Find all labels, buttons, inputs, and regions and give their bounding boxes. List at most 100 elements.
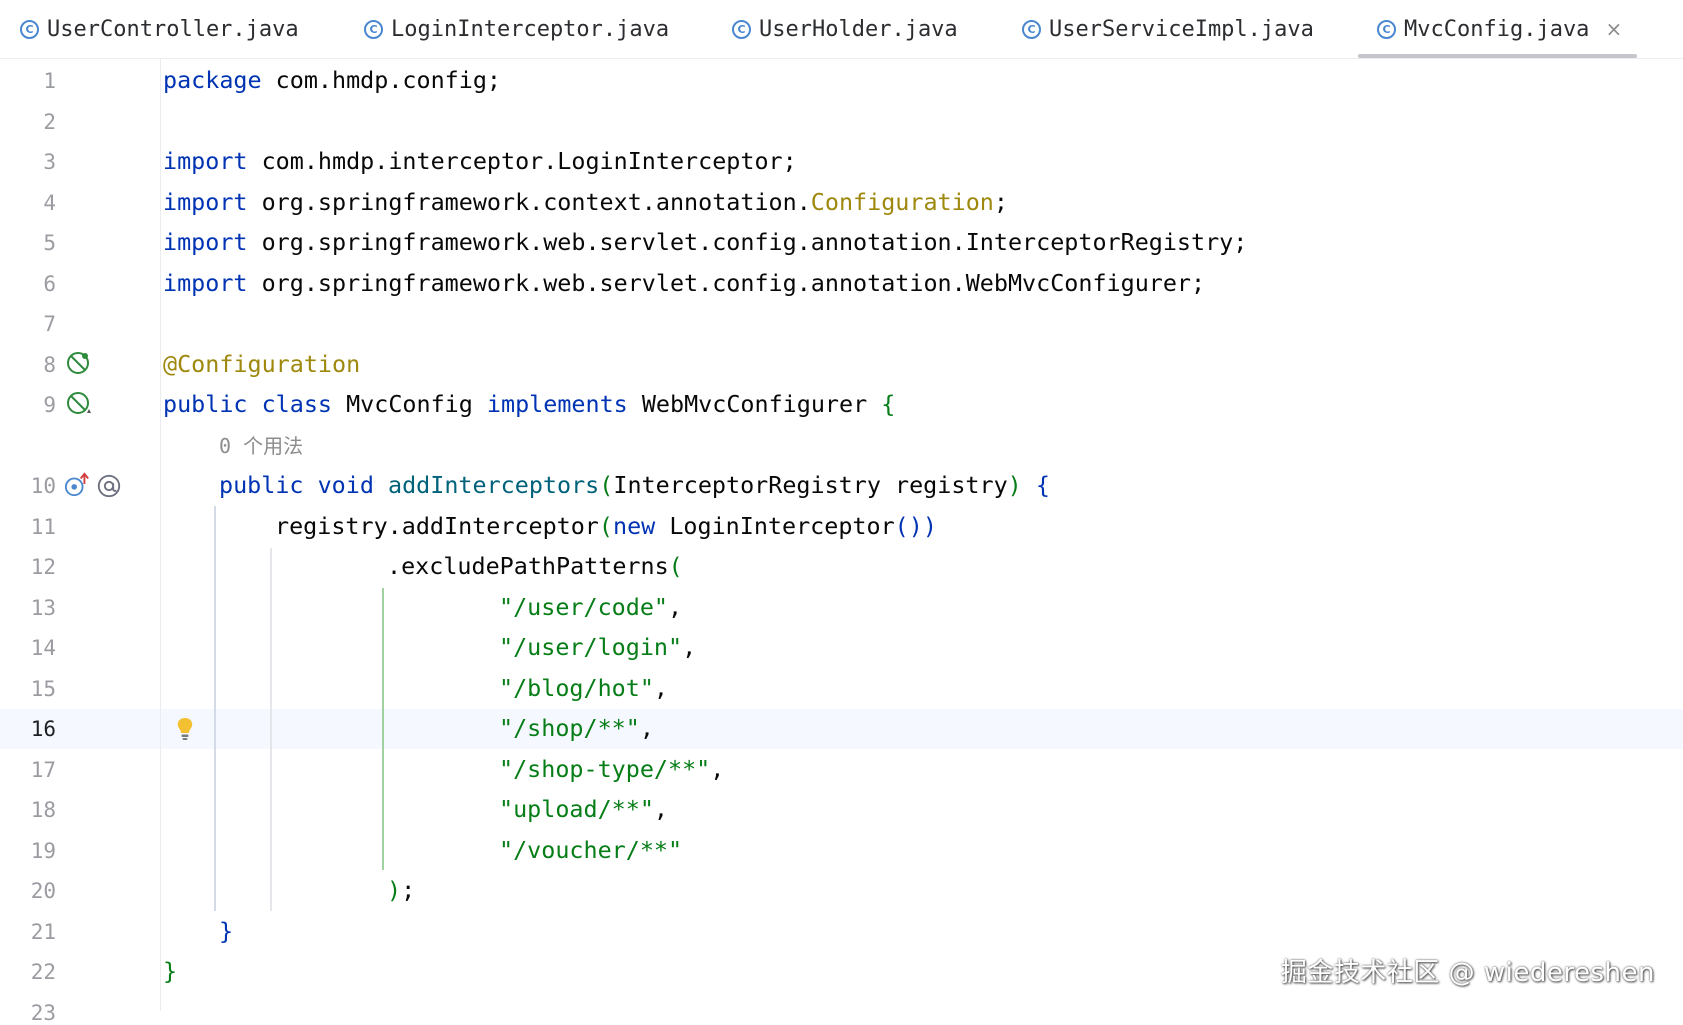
tab-userholder[interactable]: C UserHolder.java [732, 0, 958, 58]
line-number: 7 [43, 312, 56, 336]
code-line-22: } [163, 957, 177, 985]
code-line-18: "upload/**", [499, 795, 668, 823]
bean-config-icon[interactable] [66, 391, 92, 417]
string-literal: "/user/login" [499, 633, 683, 661]
java-class-icon: C [1022, 19, 1041, 39]
bean-config-icon[interactable] [66, 350, 92, 376]
code-text: org.springframework.context.annotation. [247, 188, 811, 216]
line-number: 14 [30, 636, 56, 660]
keyword: void [317, 471, 374, 499]
brace: { [881, 390, 896, 418]
tab-mvcconfig[interactable]: C MvcConfig.java × [1377, 0, 1622, 58]
code-text: com.hmdp.interceptor.LoginInterceptor; [247, 147, 797, 175]
line-number: 13 [30, 596, 56, 620]
string-literal: "/voucher/**" [499, 836, 683, 864]
brace: } [163, 957, 178, 985]
keyword: import [163, 188, 248, 216]
line-number: 11 [30, 515, 56, 539]
keyword: import [163, 269, 248, 297]
line-number: 15 [30, 677, 56, 701]
paren: ) [387, 876, 402, 904]
close-icon[interactable]: × [1605, 17, 1622, 41]
line-number: 6 [43, 272, 56, 296]
java-class-icon: C [20, 19, 39, 39]
keyword: public [163, 390, 248, 418]
at-annotation-icon[interactable] [96, 473, 122, 499]
code-line-12: .excludePathPatterns( [387, 552, 683, 580]
code-line-3: import com.hmdp.interceptor.LoginInterce… [163, 147, 797, 175]
tab-usercontroller[interactable]: C UserController.java [20, 0, 299, 58]
code-line-16: "/shop/**", [499, 714, 654, 742]
paren: ( [598, 512, 613, 540]
method-name: addInterceptors [373, 471, 600, 499]
paren: ()) [894, 512, 937, 540]
code-line-4: import org.springframework.context.annot… [163, 188, 1008, 216]
line-number: 20 [30, 879, 56, 903]
line-number: 18 [30, 798, 56, 822]
paren: ( [599, 471, 614, 499]
tab-logininterceptor[interactable]: C LoginInterceptor.java [364, 0, 669, 58]
indent-guide [382, 588, 384, 870]
tab-label: UserHolder.java [759, 16, 958, 42]
keyword: implements [486, 390, 628, 418]
line-number: 22 [30, 960, 56, 984]
lightbulb-icon[interactable] [172, 716, 198, 742]
line-number: 23 [30, 1001, 56, 1025]
code-line-9: public class MvcConfig implements WebMvc… [163, 390, 895, 418]
code-line-13: "/user/code", [499, 593, 682, 621]
line-number: 12 [30, 555, 56, 579]
code-text: , [639, 714, 654, 742]
line-number: 4 [43, 191, 56, 215]
line-number: 17 [30, 758, 56, 782]
string-literal: "/user/code" [499, 593, 668, 621]
tab-label: LoginInterceptor.java [391, 16, 670, 42]
line-number: 19 [30, 839, 56, 863]
line-number: 5 [43, 231, 56, 255]
code-line-5: import org.springframework.web.servlet.c… [163, 228, 1247, 256]
tab-userserviceimpl[interactable]: C UserServiceImpl.java [1022, 0, 1314, 58]
brace: { [1021, 471, 1050, 499]
current-line-highlight [0, 709, 1683, 749]
paren: ( [668, 552, 683, 580]
string-literal: "/blog/hot" [499, 674, 654, 702]
usage-hint[interactable]: 0 个用法 [219, 430, 303, 459]
keyword: import [163, 228, 248, 256]
keyword: package [163, 66, 262, 94]
keyword: new [613, 512, 656, 540]
implements-method-icon[interactable] [64, 472, 90, 498]
java-class-icon: C [732, 19, 751, 39]
line-number: 1 [43, 69, 56, 93]
class-name: MvcConfig [332, 390, 487, 418]
line-number: 2 [43, 110, 56, 134]
annotation: @Configuration [163, 350, 361, 378]
java-class-icon: C [1377, 19, 1396, 39]
code-line-8: @Configuration [163, 350, 360, 378]
line-number: 21 [30, 920, 56, 944]
code-text: , [668, 593, 683, 621]
code-line-15: "/blog/hot", [499, 674, 668, 702]
code-line-10: public void addInterceptors(InterceptorR… [219, 471, 1050, 499]
code-text: com.hmdp.config; [261, 66, 501, 94]
tab-label: UserController.java [47, 16, 299, 42]
string-literal: "/shop/**" [499, 714, 640, 742]
keyword: import [163, 147, 248, 175]
code-line-17: "/shop-type/**", [499, 755, 724, 783]
gutter-separator [160, 58, 161, 1011]
line-number: 10 [30, 474, 56, 498]
keyword: public [219, 471, 304, 499]
code-line-6: import org.springframework.web.servlet.c… [163, 269, 1205, 297]
code-text: ; [993, 188, 1008, 216]
line-number: 9 [43, 393, 56, 417]
code-text: , [682, 633, 697, 661]
code-text: org.springframework.web.servlet.config.a… [247, 228, 1248, 256]
line-number: 3 [43, 150, 56, 174]
code-text: LoginInterceptor [655, 512, 895, 540]
brace: } [219, 917, 234, 945]
indent-guide [214, 506, 216, 911]
code-line-19: "/voucher/**" [499, 836, 682, 864]
code-text: , [653, 795, 668, 823]
code-text: , [710, 755, 725, 783]
code-line-21: } [219, 917, 233, 945]
watermark: 掘金技术社区 @ wiedereshen [1280, 958, 1655, 988]
code-line-14: "/user/login", [499, 633, 696, 661]
